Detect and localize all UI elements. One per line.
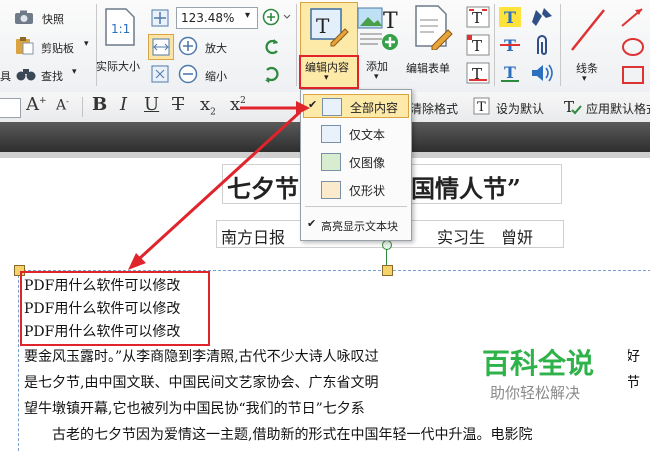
- annotation-arrows: [128, 101, 310, 270]
- arrow-to-text: [128, 110, 302, 270]
